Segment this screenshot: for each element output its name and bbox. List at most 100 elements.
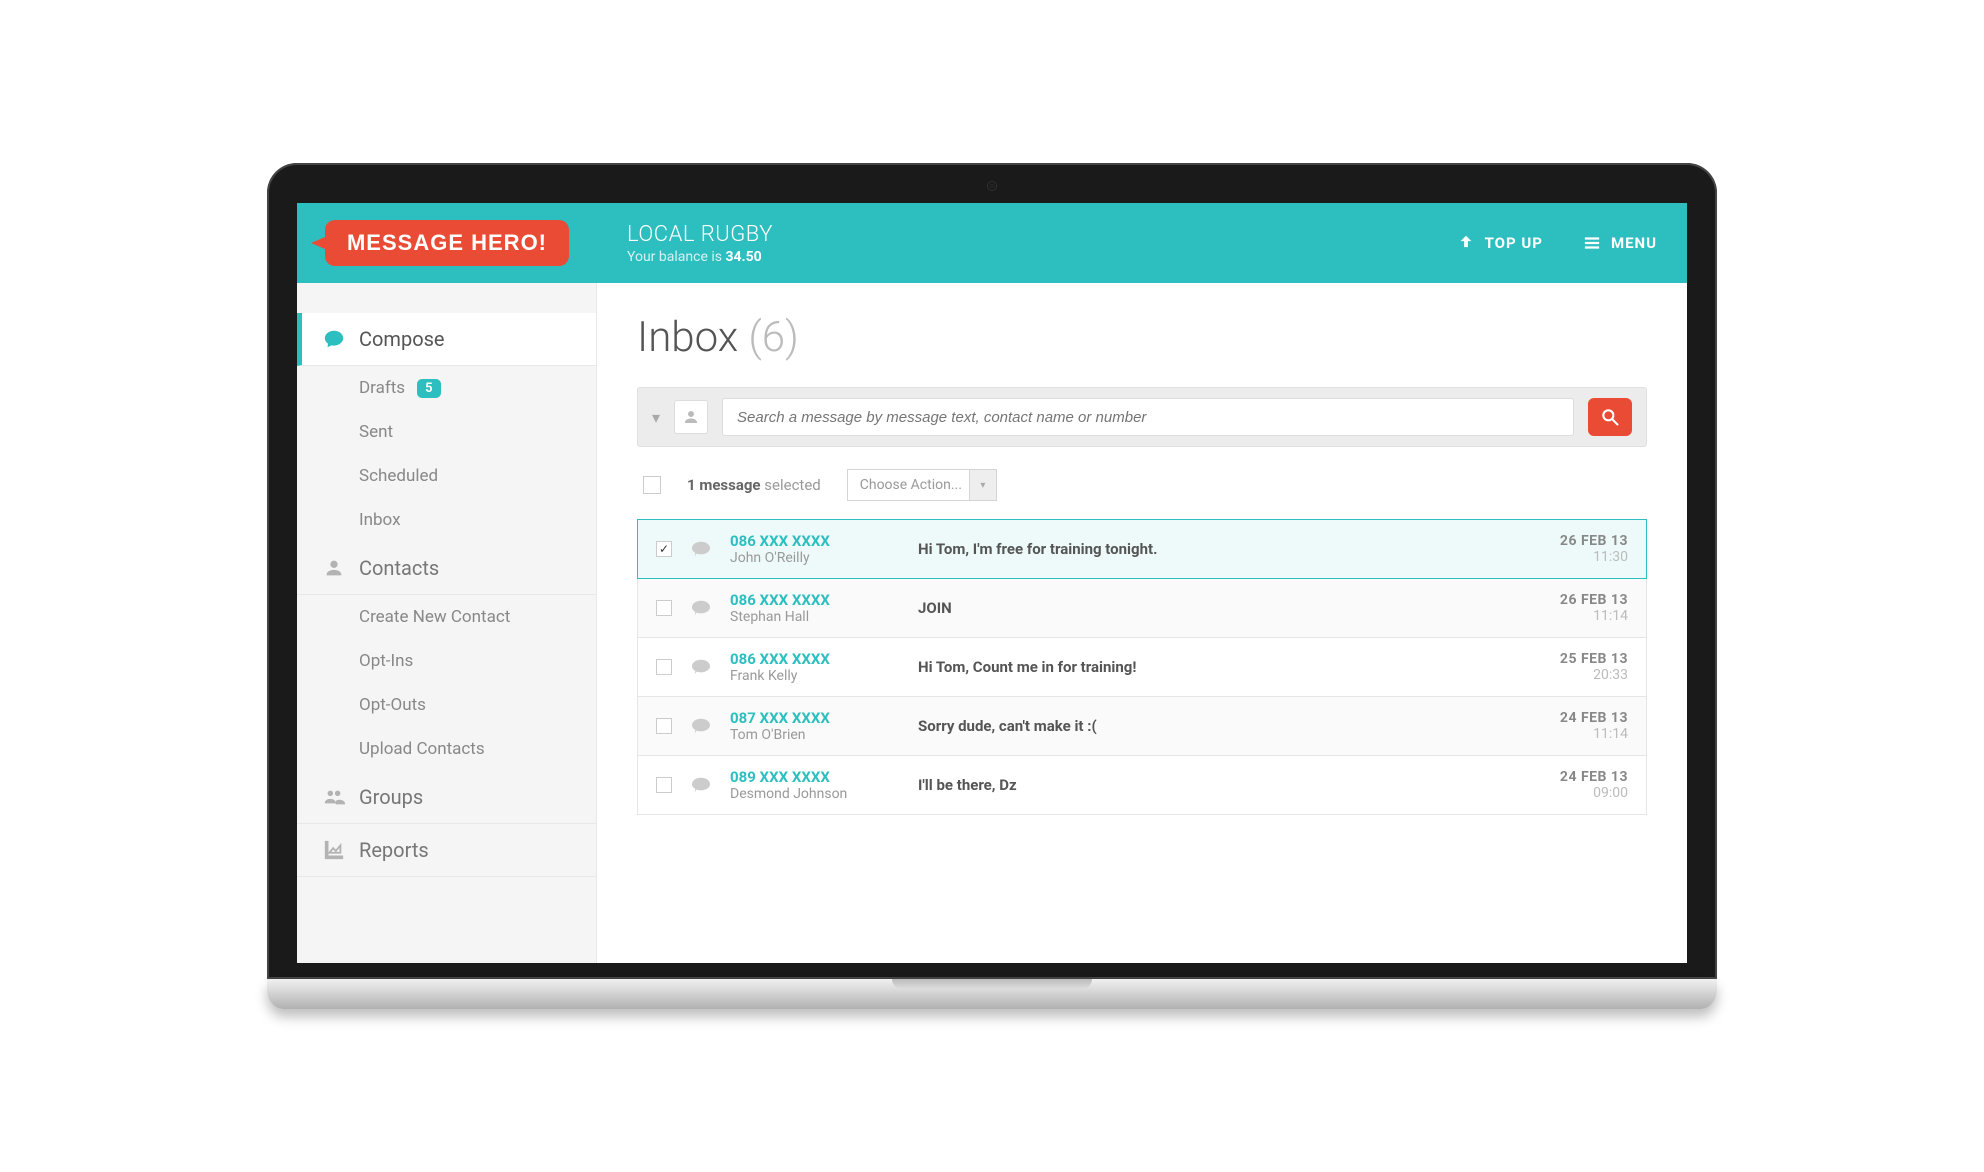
sender-phone: 089 XXX XXXX: [730, 768, 900, 786]
sidebar-sent[interactable]: Sent: [297, 410, 596, 454]
message-row[interactable]: 089 XXX XXXXDesmond JohnsonI'll be there…: [637, 755, 1647, 815]
message-bubble-icon: [690, 776, 712, 794]
select-all-checkbox[interactable]: [643, 476, 661, 494]
sidebar-compose[interactable]: Compose: [297, 313, 596, 366]
date-column: 24 FEB 1311:14: [1560, 710, 1628, 742]
sender-column: 086 XXX XXXXFrank Kelly: [730, 650, 900, 684]
selection-count: 1 message: [687, 476, 761, 494]
balance-line: Your balance is 34.50: [627, 249, 1457, 265]
sender-name: John O'Reilly: [730, 550, 900, 566]
bulk-action-select[interactable]: Choose Action...: [847, 469, 997, 501]
app-screen: MESSAGE HERO! LOCAL RUGBY Your balance i…: [297, 203, 1687, 963]
sidebar-optins[interactable]: Opt-Ins: [297, 639, 596, 683]
sidebar-optouts[interactable]: Opt-Outs: [297, 683, 596, 727]
sender-phone: 086 XXX XXXX: [730, 591, 900, 609]
sender-name: Desmond Johnson: [730, 786, 900, 802]
hamburger-icon: [1583, 234, 1601, 252]
sidebar-create-contact[interactable]: Create New Contact: [297, 595, 596, 639]
balance-prefix: Your balance is: [627, 249, 725, 265]
sidebar-inbox-label: Inbox: [359, 510, 401, 530]
laptop-bezel: MESSAGE HERO! LOCAL RUGBY Your balance i…: [267, 163, 1717, 979]
sender-phone: 087 XXX XXXX: [730, 709, 900, 727]
date-column: 26 FEB 1311:30: [1560, 533, 1628, 565]
row-checkbox[interactable]: [656, 600, 672, 616]
sidebar-optouts-label: Opt-Outs: [359, 695, 426, 715]
message-time: 11:30: [1560, 549, 1628, 565]
sidebar-groups[interactable]: Groups: [297, 771, 596, 824]
message-preview: JOIN: [918, 599, 1542, 617]
laptop-base: [267, 979, 1717, 1009]
message-row[interactable]: 086 XXX XXXXFrank Kelly Hi Tom, Count me …: [637, 637, 1647, 697]
camera-dot: [987, 181, 997, 191]
message-date: 24 FEB 13: [1560, 769, 1628, 785]
message-preview: Hi Tom, Count me in for training!: [918, 658, 1542, 676]
row-checkbox[interactable]: [656, 659, 672, 675]
sender-column: 089 XXX XXXXDesmond Johnson: [730, 768, 900, 802]
page-title: Inbox (6): [637, 313, 1647, 362]
message-date: 25 FEB 13: [1560, 651, 1628, 667]
menu-button[interactable]: MENU: [1583, 234, 1657, 252]
row-checkbox[interactable]: [656, 541, 672, 557]
date-column: 25 FEB 1320:33: [1560, 651, 1628, 683]
brand-logo[interactable]: MESSAGE HERO!: [325, 220, 569, 266]
logo-wrap: MESSAGE HERO!: [297, 220, 597, 266]
message-list: 086 XXX XXXXJohn O'ReillyHi Tom, I'm fre…: [637, 519, 1647, 815]
app-body: Compose Drafts 5 Sent Scheduled Inbox Co…: [297, 283, 1687, 963]
sidebar-reports[interactable]: Reports: [297, 824, 596, 877]
message-bubble-icon: [690, 717, 712, 735]
sidebar-reports-label: Reports: [359, 838, 429, 862]
laptop-frame: MESSAGE HERO! LOCAL RUGBY Your balance i…: [267, 163, 1717, 1009]
drafts-badge: 5: [417, 379, 440, 398]
topup-button[interactable]: TOP UP: [1457, 234, 1543, 252]
sidebar-drafts[interactable]: Drafts 5: [297, 366, 596, 410]
search-button[interactable]: [1588, 398, 1632, 436]
row-checkbox[interactable]: [656, 718, 672, 734]
sender-column: 086 XXX XXXXStephan Hall: [730, 591, 900, 625]
topup-label: TOP UP: [1485, 234, 1543, 252]
sidebar-scheduled[interactable]: Scheduled: [297, 454, 596, 498]
sidebar: Compose Drafts 5 Sent Scheduled Inbox Co…: [297, 283, 597, 963]
sender-column: 086 XXX XXXXJohn O'Reilly: [730, 532, 900, 566]
sidebar-compose-label: Compose: [359, 327, 445, 351]
search-scope-contact-button[interactable]: [674, 400, 708, 434]
message-date: 26 FEB 13: [1560, 533, 1628, 549]
message-row[interactable]: 086 XXX XXXXStephan Hall JOIN 26 FEB 1311:…: [637, 578, 1647, 638]
person-icon: [682, 408, 700, 426]
search-input[interactable]: [722, 398, 1574, 436]
message-row[interactable]: 086 XXX XXXXJohn O'ReillyHi Tom, I'm fre…: [637, 519, 1647, 579]
sidebar-inbox[interactable]: Inbox: [297, 498, 596, 542]
upload-arrow-icon: [1457, 234, 1475, 252]
message-date: 24 FEB 13: [1560, 710, 1628, 726]
sender-column: 087 XXX XXXXTom O'Brien: [730, 709, 900, 743]
sidebar-contacts[interactable]: Contacts: [297, 542, 596, 595]
sidebar-groups-label: Groups: [359, 785, 423, 809]
sidebar-upload-contacts[interactable]: Upload Contacts: [297, 727, 596, 771]
bulk-action-row: 1 message selected Choose Action...: [637, 469, 1647, 501]
message-time: 09:00: [1560, 785, 1628, 801]
message-preview: Sorry dude, can't make it :(: [918, 717, 1542, 735]
date-column: 26 FEB 1311:14: [1560, 592, 1628, 624]
sender-name: Tom O'Brien: [730, 727, 900, 743]
sidebar-contacts-label: Contacts: [359, 556, 439, 580]
sidebar-create-contact-label: Create New Contact: [359, 607, 510, 627]
message-row[interactable]: 087 XXX XXXXTom O'Brien Sorry dude, can't…: [637, 696, 1647, 756]
sender-phone: 086 XXX XXXX: [730, 532, 900, 550]
message-bubble-icon: [690, 540, 712, 558]
message-bubble-icon: [690, 599, 712, 617]
sidebar-optins-label: Opt-Ins: [359, 651, 413, 671]
page-title-text: Inbox: [637, 313, 738, 362]
balance-amount: 34.50: [725, 249, 761, 265]
account-block: LOCAL RUGBY Your balance is 34.50: [597, 222, 1457, 265]
sidebar-sent-label: Sent: [359, 422, 393, 442]
search-icon: [1600, 407, 1620, 427]
app-header: MESSAGE HERO! LOCAL RUGBY Your balance i…: [297, 203, 1687, 283]
sender-name: Frank Kelly: [730, 668, 900, 684]
people-icon: [323, 786, 345, 808]
speech-bubble-icon: [323, 328, 345, 350]
menu-label: MENU: [1611, 234, 1657, 252]
header-actions: TOP UP MENU: [1457, 234, 1657, 252]
search-filter-dropdown[interactable]: ▾: [652, 408, 660, 427]
account-name: LOCAL RUGBY: [627, 222, 1457, 247]
row-checkbox[interactable]: [656, 777, 672, 793]
page-title-count: (6): [748, 313, 798, 362]
